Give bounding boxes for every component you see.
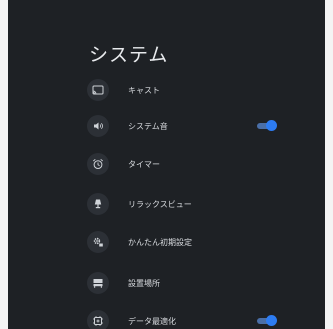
menu-item-easy-setup[interactable]: かんたん初期設定 — [87, 231, 287, 253]
settings-panel: システム キャスト システム音 タイマー リラックスビュー かんたん初期設定 設… — [8, 0, 325, 329]
alarm-icon — [87, 153, 109, 175]
lamp-icon — [87, 193, 109, 215]
menu-item-timer[interactable]: タイマー — [87, 153, 287, 175]
menu-item-system-sound[interactable]: システム音 — [87, 115, 287, 137]
toggle-knob — [266, 315, 277, 326]
menu-item-label: システム音 — [128, 121, 168, 131]
menu-item-data-saver[interactable]: データ最適化 — [87, 310, 287, 329]
menu-item-location[interactable]: 設置場所 — [87, 272, 287, 294]
menu-item-label: 設置場所 — [128, 278, 160, 288]
menu-item-label: キャスト — [128, 85, 160, 95]
menu-item-cast[interactable]: キャスト — [87, 79, 287, 101]
system-sound-toggle[interactable] — [257, 120, 277, 132]
location-icon — [87, 272, 109, 294]
data-saver-toggle[interactable] — [257, 315, 277, 327]
data-saver-icon — [87, 310, 109, 329]
volume-icon — [87, 115, 109, 137]
menu-item-label: データ最適化 — [128, 316, 176, 326]
menu-item-label: かんたん初期設定 — [128, 237, 192, 247]
toggle-knob — [266, 120, 277, 131]
setup-icon — [87, 231, 109, 253]
page-title: システム — [89, 44, 169, 66]
menu-item-relax-view[interactable]: リラックスビュー — [87, 193, 287, 215]
menu-item-label: タイマー — [128, 159, 160, 169]
menu-item-label: リラックスビュー — [128, 199, 192, 209]
cast-icon — [87, 79, 109, 101]
